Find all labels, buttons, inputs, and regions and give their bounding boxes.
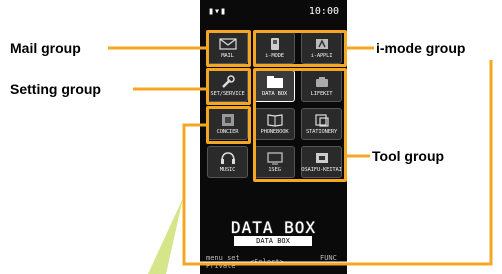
mail-group-label: Mail group <box>10 40 81 56</box>
setting-group-label: Setting group <box>10 81 101 97</box>
imode-group-label: i-mode group <box>376 40 466 56</box>
tool-group-label: Tool group <box>372 148 445 164</box>
pointer-shape <box>148 198 183 274</box>
